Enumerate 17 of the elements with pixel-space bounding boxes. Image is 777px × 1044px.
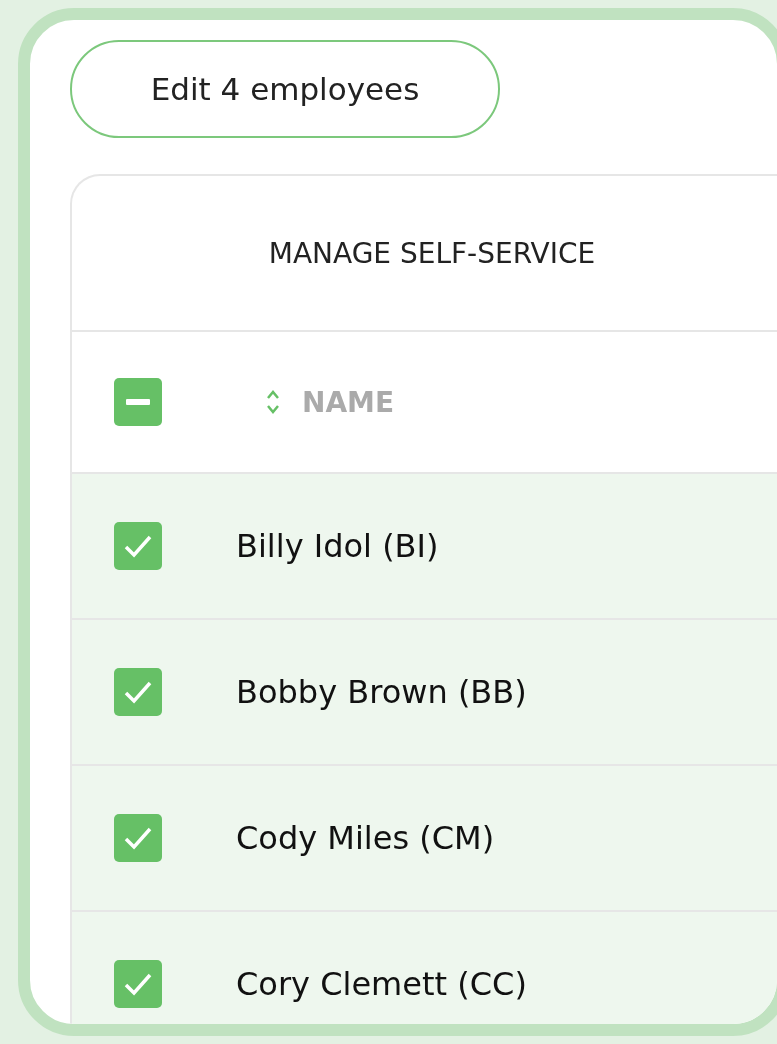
row-checkbox[interactable] [114, 814, 162, 862]
row-checkbox[interactable] [114, 960, 162, 1008]
minus-icon [126, 399, 150, 405]
table-row[interactable]: Bobby Brown (BB) [72, 620, 777, 766]
edit-employees-button[interactable]: Edit 4 employees [70, 40, 500, 138]
employee-name: Cory Clemett (CC) [236, 965, 527, 1003]
table-row[interactable]: Billy Idol (BI) [72, 474, 777, 620]
row-checkbox[interactable] [114, 522, 162, 570]
table-title: MANAGE SELF-SERVICE [72, 176, 777, 332]
row-checkbox[interactable] [114, 668, 162, 716]
table-row[interactable]: Cory Clemett (CC) [72, 912, 777, 1024]
table-row[interactable]: Cody Miles (CM) [72, 766, 777, 912]
select-all-checkbox[interactable] [114, 378, 162, 426]
employee-name: Bobby Brown (BB) [236, 673, 527, 711]
employee-name: Cody Miles (CM) [236, 819, 495, 857]
sort-icon[interactable] [266, 388, 280, 416]
employee-name: Billy Idol (BI) [236, 527, 439, 565]
